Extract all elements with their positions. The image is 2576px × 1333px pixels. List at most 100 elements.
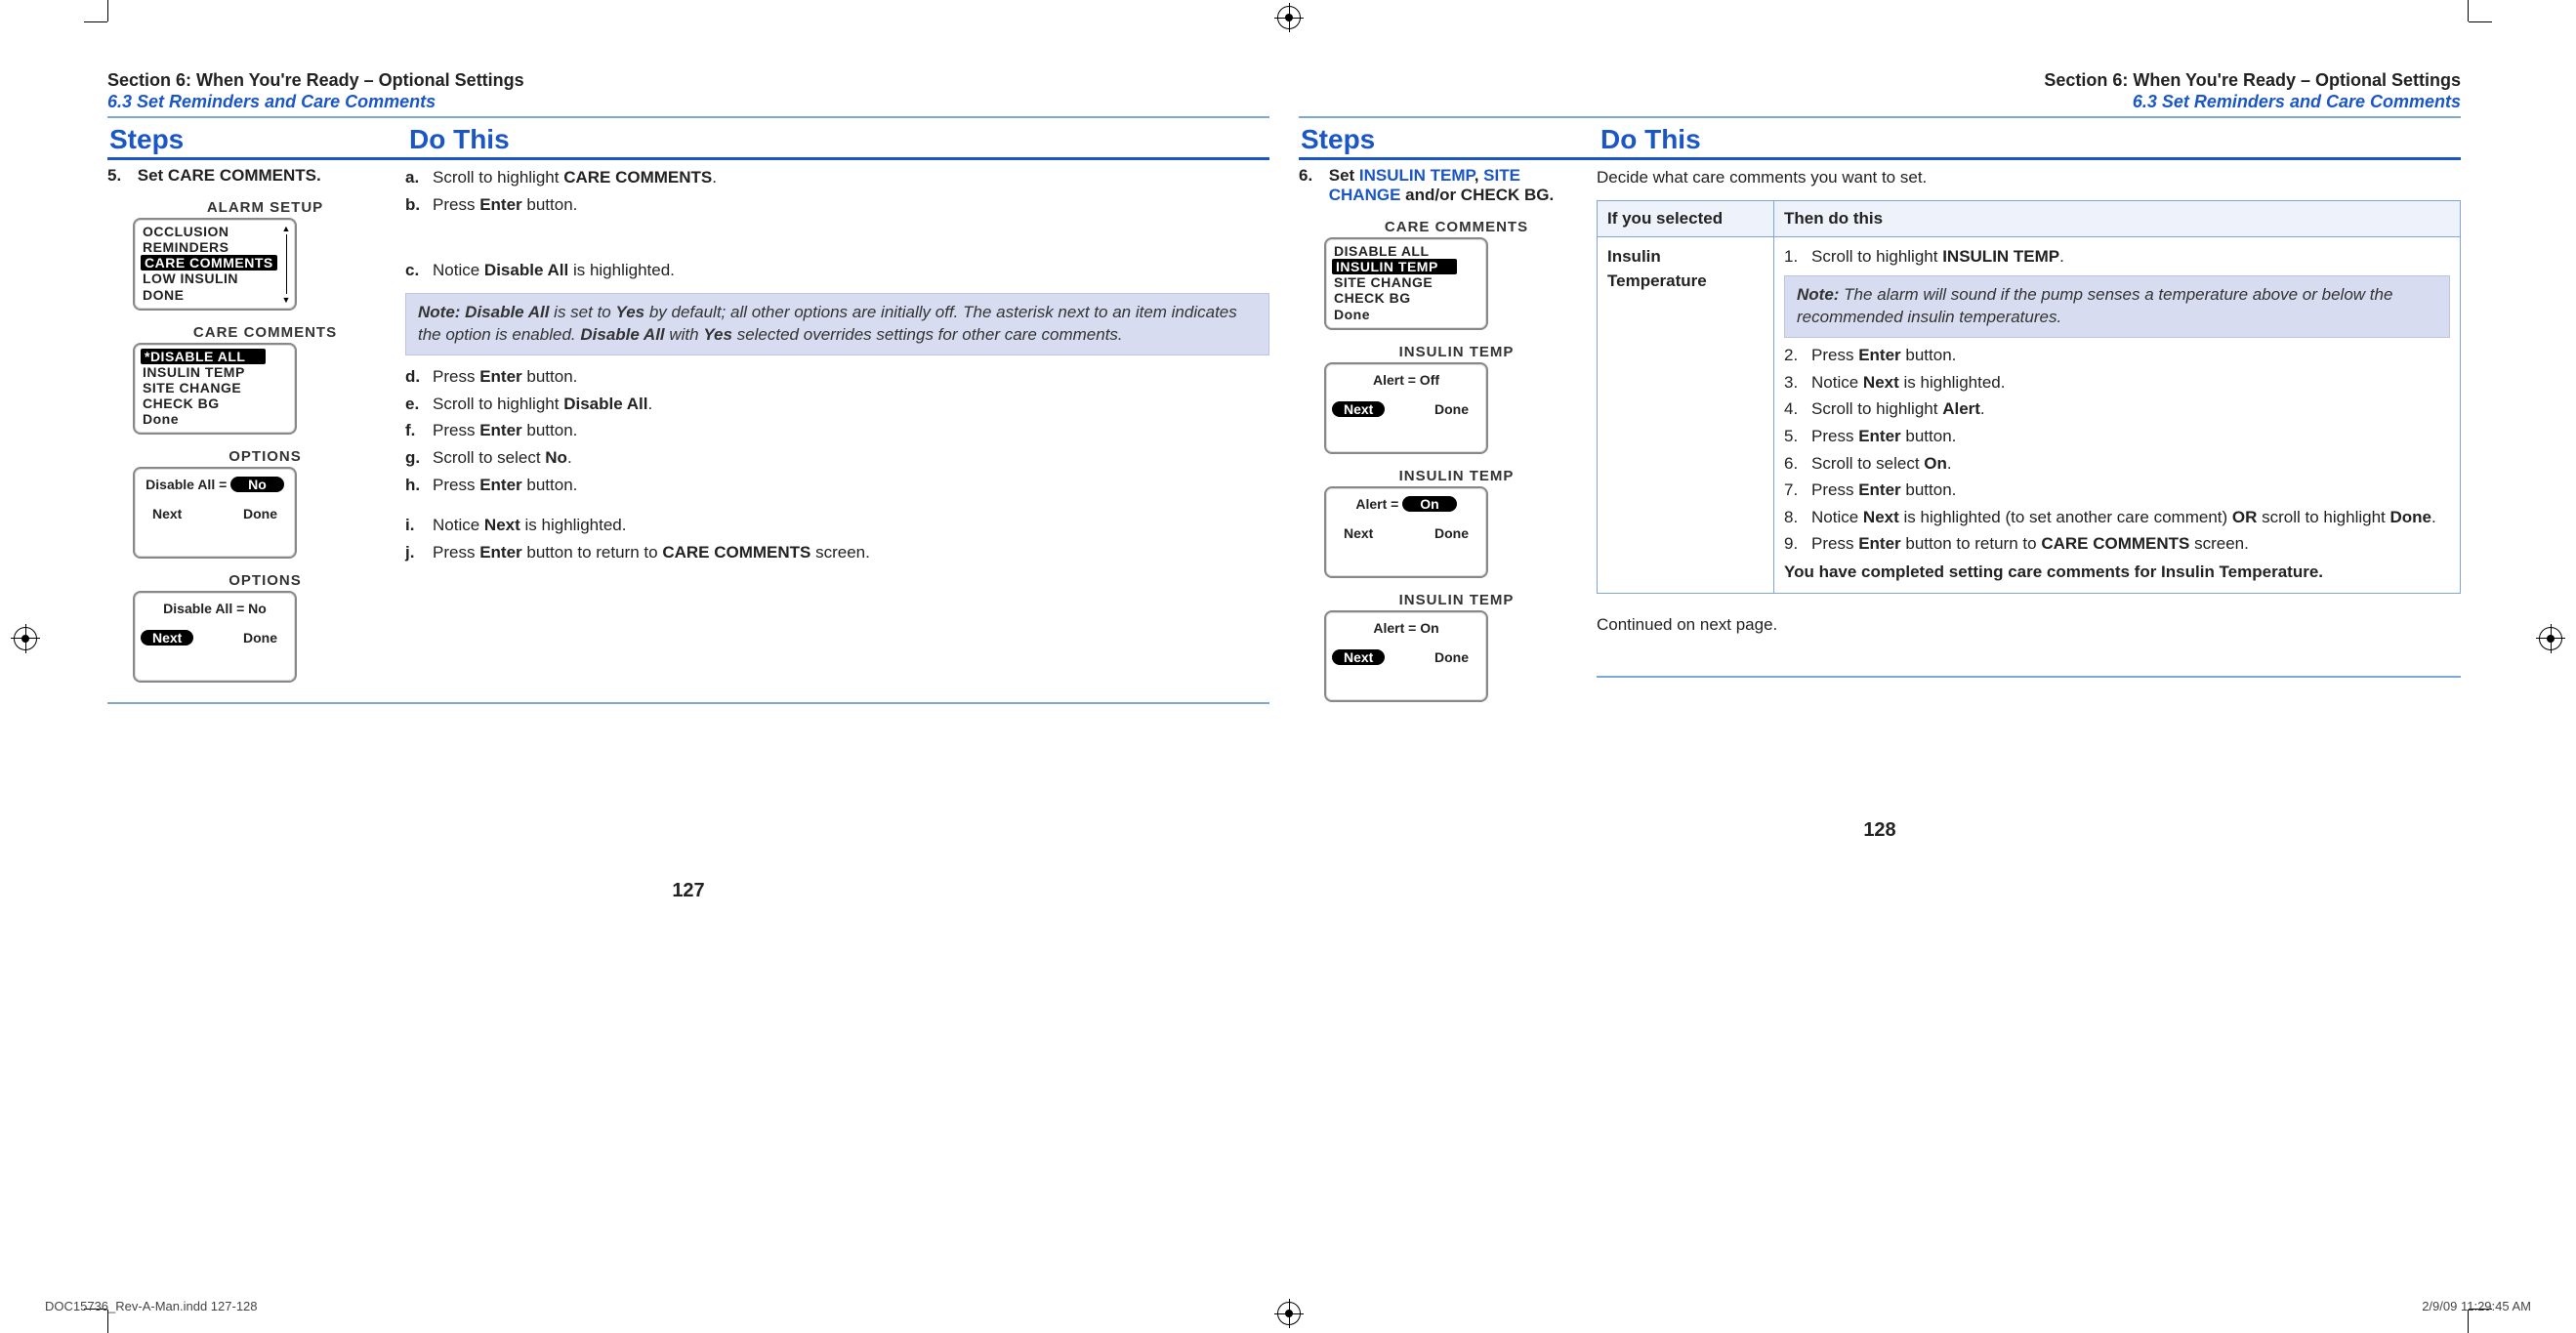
device-title: INSULIN TEMP [1324,468,1589,484]
device-frame: Alert = On Next Done [1324,610,1488,702]
column-headers: Steps Do This [107,122,1269,160]
device-title: ALARM SETUP [133,199,397,216]
device-softkey: Done [231,630,289,646]
device-menu: DISABLE ALL INSULIN TEMP SITE CHANGE CHE… [1332,243,1480,321]
device-menu-item: REMINDERS [141,239,289,255]
section-header: Section 6: When You're Ready – Optional … [1299,70,2461,112]
col-dothis-header: Do This [407,122,1269,157]
device-menu-item: DONE [141,287,289,303]
instruction-item: e.Scroll to highlight Disable All. [405,393,1269,417]
device-title: OPTIONS [133,572,397,589]
page-number: 127 [107,880,1269,902]
instruction-item: 4.Scroll to highlight Alert. [1784,397,2450,422]
col-steps-header: Steps [1299,122,1599,157]
device-title: INSULIN TEMP [1324,344,1589,360]
divider [107,702,1269,704]
device-screenshot: OPTIONS Disable All = No Next Done [133,448,397,559]
completion-text: You have completed setting care comments… [1784,561,2450,585]
device-softkeys: Next Done [1332,401,1480,417]
print-footer: DOC15736_Rev-A-Man.indd 127-128 2/9/09 1… [45,1299,2531,1313]
instruction-item: 8.Notice Next is highlighted (to set ano… [1784,506,2450,530]
device-menu-item: LOW INSULIN [141,271,289,286]
col-steps-header: Steps [107,122,407,157]
instruction-item: 1.Scroll to highlight INSULIN TEMP. [1784,245,2450,270]
crop-mark-icon [84,21,107,22]
section-title: Section 6: When You're Ready – Optional … [1299,70,2461,92]
instruction-item: g.Scroll to select No. [405,446,1269,471]
device-frame: Disable All = No Next Done [133,467,297,559]
column-headers: Steps Do This [1299,122,2461,160]
device-softkey-selected: Next [1332,649,1385,665]
device-screenshot: CARE COMMENTS DISABLE ALL INSULIN TEMP S… [1324,219,1589,329]
device-frame: *DISABLE ALL INSULIN TEMP SITE CHANGE CH… [133,343,297,435]
sheet: Section 6: When You're Ready – Optional … [0,0,2576,1331]
instruction-item: c.Notice Disable All is highlighted. [405,259,1269,283]
step-caption: Set INSULIN TEMP, SITE CHANGE and/or CHE… [1329,166,1583,205]
instruction-item: j.Press Enter button to return to CARE C… [405,541,1269,565]
device-field: Disable All = No [141,473,289,492]
steps-column: 5. Set CARE COMMENTS. ALARM SETUP OCCLUS… [107,166,405,683]
device-softkey: Done [1423,401,1480,417]
device-softkey-selected: Next [141,630,193,646]
step-caption: Set CARE COMMENTS. [138,166,392,186]
instruction-item: 6.Scroll to select On. [1784,452,2450,477]
device-title: INSULIN TEMP [1324,592,1589,608]
section-header: Section 6: When You're Ready – Optional … [107,70,1269,112]
instruction-item: 5.Press Enter button. [1784,425,2450,449]
device-screenshot: INSULIN TEMP Alert = Off Next Done [1324,344,1589,454]
device-menu-item: CHECK BG [141,396,289,411]
device-field: Alert = On [1332,616,1480,636]
device-menu-item-selected: CARE COMMENTS [141,255,277,271]
device-menu-item: DISABLE ALL [1332,243,1480,259]
device-menu-item: CHECK BG [1332,290,1480,306]
device-field: Disable All = No [141,597,289,616]
footer-timestamp: 2/9/09 11:29:45 AM [2422,1299,2531,1313]
crop-mark-icon [2468,0,2469,21]
intro-text: Decide what care comments you want to se… [1597,166,2461,190]
device-softkeys: Next Done [141,506,289,521]
dothis-column: a.Scroll to highlight CARE COMMENTS. b.P… [405,166,1269,683]
device-menu-item: SITE CHANGE [141,380,289,396]
note-box: Note: The alarm will sound if the pump s… [1784,275,2450,338]
table-cell: Insulin Temperature [1598,237,1774,593]
device-title: CARE COMMENTS [1324,219,1589,235]
table-header: Then do this [1774,200,2461,237]
steps-column: 6. Set INSULIN TEMP, SITE CHANGE and/or … [1299,166,1597,701]
section-title: Section 6: When You're Ready – Optional … [107,70,1269,92]
table-header: If you selected [1598,200,1774,237]
divider [1597,676,2461,678]
instruction-item: b.Press Enter button. [405,193,1269,218]
device-menu-item: Done [141,411,289,427]
crop-mark-icon [2469,21,2492,22]
device-softkeys: Next Done [141,630,289,646]
crop-mark-icon [107,0,108,21]
registration-mark-icon [2539,627,2562,650]
device-screenshot: ALARM SETUP OCCLUSION REMINDERS CARE COM… [133,199,397,310]
device-field: Alert = On [1332,492,1480,512]
device-softkey: Next [141,506,193,521]
instruction-item: 2.Press Enter button. [1784,344,2450,368]
device-softkey: Done [1423,525,1480,541]
instruction-item: 9.Press Enter button to return to CARE C… [1784,532,2450,557]
instruction-item: d.Press Enter button. [405,365,1269,390]
note-box: Note: Disable All is set to Yes by defau… [405,293,1269,355]
col-dothis-header: Do This [1599,122,2461,157]
device-frame: Alert = On Next Done [1324,486,1488,578]
device-screenshot: INSULIN TEMP Alert = On Next Done [1324,468,1589,578]
device-title: CARE COMMENTS [133,324,397,341]
device-frame: DISABLE ALL INSULIN TEMP SITE CHANGE CHE… [1324,237,1488,329]
page-number: 128 [1299,819,2461,842]
step-number: 5. [107,166,133,186]
device-menu-item: OCCLUSION [141,224,289,239]
registration-mark-icon [14,627,37,650]
device-softkey: Done [1423,649,1480,665]
device-frame: Disable All = No Next Done [133,591,297,683]
device-title: OPTIONS [133,448,397,465]
divider [107,116,1269,118]
footer-filename: DOC15736_Rev-A-Man.indd 127-128 [45,1299,258,1313]
section-subtitle: 6.3 Set Reminders and Care Comments [107,92,1269,113]
scroll-arrow-icon [281,224,291,304]
device-pill-selected: On [1402,496,1456,512]
device-softkey: Done [231,506,289,521]
page-left: Section 6: When You're Ready – Optional … [107,29,1269,902]
